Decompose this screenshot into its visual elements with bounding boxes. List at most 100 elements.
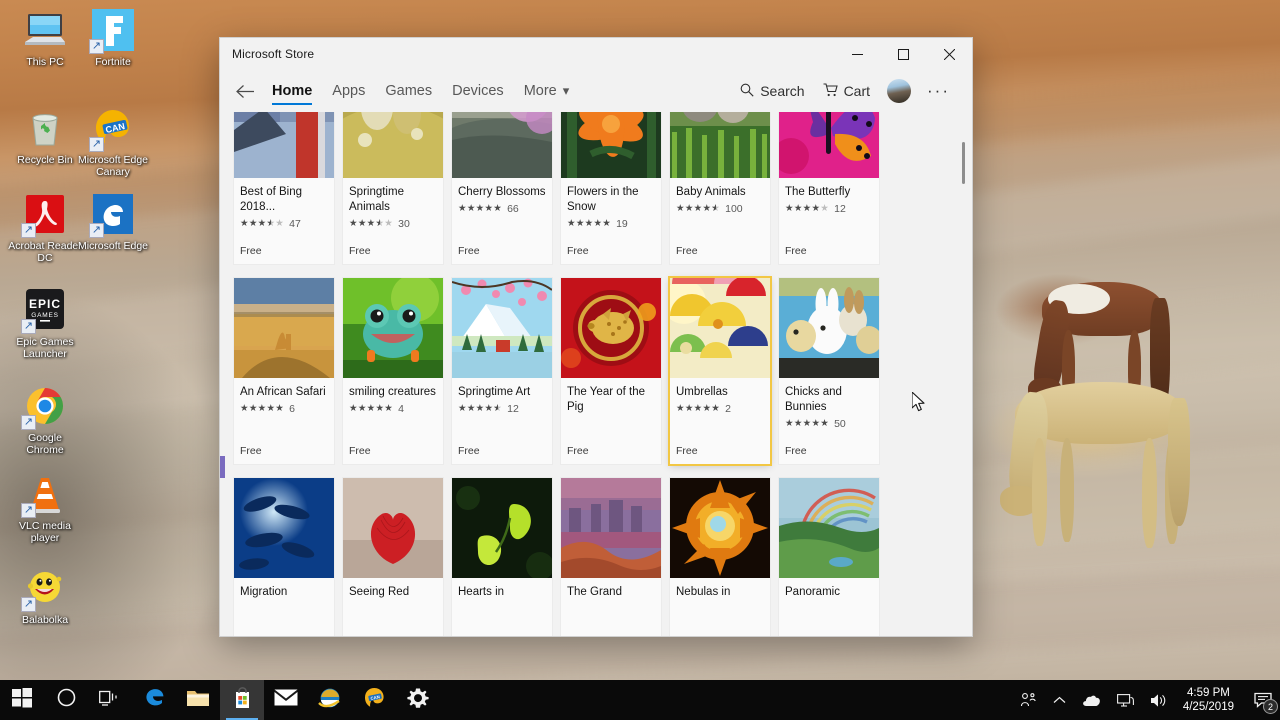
taskbar-mail[interactable] <box>264 680 308 720</box>
product-card[interactable]: Best of Bing 2018... ★★★★★★ 47 Free <box>234 112 334 264</box>
taskbar-clock[interactable]: 4:59 PM 4/25/2019 <box>1175 680 1246 720</box>
taskbar-file-explorer[interactable] <box>176 680 220 720</box>
product-card[interactable]: The Butterfly ★★★★★ 12 Free <box>779 112 879 264</box>
chevron-down-icon: ▾ <box>562 83 570 98</box>
cart-label: Cart <box>843 83 871 99</box>
scrollbar-thumb[interactable] <box>962 142 965 184</box>
desktop-icon-label: Acrobat Reader DC <box>8 240 82 264</box>
taskbar-task-view[interactable] <box>88 680 132 720</box>
product-card[interactable]: Cherry Blossoms ★★★★★ 66 Free <box>452 112 552 264</box>
desktop-icon-vlc-media-player[interactable]: ↗ VLC media player <box>8 470 82 544</box>
minimize-button[interactable] <box>834 38 880 70</box>
star-rating-icon: ★★★★★ <box>676 403 721 415</box>
nav-tab-home[interactable]: Home <box>262 70 322 112</box>
ie-icon <box>318 687 342 714</box>
store-content-area[interactable]: Best of Bing 2018... ★★★★★★ 47 Free Spri… <box>220 112 972 636</box>
search-button[interactable]: Search <box>731 74 813 108</box>
system-tray[interactable]: 4:59 PM 4/25/2019 2 <box>1012 680 1280 720</box>
product-title: Nebulas in <box>676 586 731 598</box>
product-card[interactable]: An African Safari ★★★★★ 6 Free <box>234 278 334 464</box>
product-meta: Baby Animals ★★★★★★ 100 Free <box>670 178 770 264</box>
notification-count-badge: 2 <box>1263 699 1278 714</box>
microsoft-store-window[interactable]: Microsoft Store Home Apps Games Devices More… <box>220 38 972 636</box>
taskbar-internet-explorer[interactable] <box>308 680 352 720</box>
vertical-scrollbar[interactable] <box>957 112 969 636</box>
taskbar-cortana-search[interactable] <box>44 680 88 720</box>
product-card[interactable]: Springtime Animals ★★★★★★ 30 Free <box>343 112 443 264</box>
product-rating: ★★★★★★ 100 <box>676 203 764 216</box>
search-label: Search <box>760 83 805 99</box>
product-meta: Springtime Art ★★★★★★ 12 Free <box>452 378 552 464</box>
nav-tab-more[interactable]: More ▾ <box>514 70 580 112</box>
nav-tab-devices[interactable]: Devices <box>442 70 514 112</box>
product-rating: ★★★★★★ 12 <box>458 403 546 416</box>
product-title: Chicks and Bunnies <box>785 386 842 413</box>
desktop-icon-label: Microsoft Edge <box>77 240 149 252</box>
cart-button[interactable]: Cart <box>814 74 879 108</box>
product-card[interactable]: The Grand <box>561 478 661 636</box>
desktop-icon-this-pc[interactable]: This PC <box>8 6 82 68</box>
taskbar-start-button[interactable] <box>0 680 44 720</box>
cloud-icon[interactable] <box>1074 680 1109 720</box>
product-price: Free <box>785 445 807 457</box>
taskbar-settings[interactable] <box>396 680 440 720</box>
desktop-icon-microsoft-edge[interactable]: ↗ Microsoft Edge <box>76 190 150 252</box>
desktop-icon-balabolka[interactable]: ↗ Balabolka <box>8 564 82 626</box>
speaker-icon[interactable] <box>1142 680 1175 720</box>
product-card[interactable]: Baby Animals ★★★★★★ 100 Free <box>670 112 770 264</box>
rating-count: 4 <box>398 403 404 415</box>
product-card[interactable]: Springtime Art ★★★★★★ 12 Free <box>452 278 552 464</box>
window-titlebar[interactable]: Microsoft Store <box>220 38 972 70</box>
desktop-icon-microsoft-edge-canary[interactable]: CAN ↗ Microsoft Edge Canary <box>76 104 150 178</box>
product-meta: Cherry Blossoms ★★★★★ 66 Free <box>452 178 552 264</box>
nav-tab-games[interactable]: Games <box>375 70 442 112</box>
more-options-button[interactable]: ··· <box>919 81 958 101</box>
product-title: Springtime Animals <box>349 186 404 213</box>
back-arrow-icon[interactable] <box>228 74 262 108</box>
window-title: Microsoft Store <box>232 47 315 61</box>
product-title: Migration <box>240 586 288 598</box>
product-card[interactable]: Flowers in the Snow ★★★★★ 19 Free <box>561 112 661 264</box>
taskbar-microsoft-edge[interactable] <box>132 680 176 720</box>
chevron-up-icon[interactable] <box>1045 680 1074 720</box>
product-card[interactable]: The Year of the Pig Free <box>561 278 661 464</box>
star-rating-icon: ★★★★★★ <box>676 203 721 215</box>
taskbar-microsoft-store[interactable] <box>220 680 264 720</box>
nav-tab-apps[interactable]: Apps <box>322 70 375 112</box>
product-meta: Hearts in <box>452 578 552 636</box>
product-card[interactable]: Seeing Red <box>343 478 443 636</box>
product-card[interactable]: Umbrellas ★★★★★ 2 Free <box>670 278 770 464</box>
taskbar[interactable]: CAN 4:59 PM 4/25/2019 2 <box>0 680 1280 720</box>
close-button[interactable] <box>926 38 972 70</box>
maximize-button[interactable] <box>880 38 926 70</box>
product-card[interactable]: Nebulas in <box>670 478 770 636</box>
desktop-icon-recycle-bin[interactable]: Recycle Bin <box>8 104 82 166</box>
product-card[interactable]: Migration <box>234 478 334 636</box>
desktop-icon-acrobat-reader-dc[interactable]: ↗ Acrobat Reader DC <box>8 190 82 264</box>
action-center-icon[interactable]: 2 <box>1246 680 1280 720</box>
product-title: Flowers in the Snow <box>567 186 639 213</box>
product-thumbnail-panoramic-rainbow <box>779 478 879 578</box>
product-card[interactable]: Panoramic <box>779 478 879 636</box>
taskbar-edge-canary[interactable]: CAN <box>352 680 396 720</box>
desktop-icon-fortnite[interactable]: ↗ Fortnite <box>76 6 150 68</box>
product-meta: Chicks and Bunnies ★★★★★ 50 Free <box>779 378 879 464</box>
card-row: An African Safari ★★★★★ 6 Free smiling c… <box>234 278 958 464</box>
product-card[interactable]: Hearts in <box>452 478 552 636</box>
people-icon[interactable] <box>1012 680 1045 720</box>
product-card[interactable]: Chicks and Bunnies ★★★★★ 50 Free <box>779 278 879 464</box>
product-title: Springtime Art <box>458 386 531 398</box>
product-price: Free <box>240 445 262 457</box>
product-rating: ★★★★★ 6 <box>240 403 328 416</box>
desktop-icon-epic-games-launcher[interactable]: EPIC GAMES ↗ Epic Games Launcher <box>8 286 82 360</box>
product-card[interactable]: smiling creatures ★★★★★ 4 Free <box>343 278 443 464</box>
desktop-icon-google-chrome[interactable]: ↗ Google Chrome <box>8 382 82 456</box>
network-monitor-icon[interactable] <box>1109 680 1142 720</box>
product-thumbnail-baby-animals <box>670 112 770 178</box>
product-meta: Panoramic <box>779 578 879 636</box>
store-navigation-bar[interactable]: Home Apps Games Devices More ▾ Search Cart ··… <box>220 70 972 112</box>
card-row: Migration Seeing Red Hearts in The Grand… <box>234 478 958 636</box>
nav-tab-list: Home Apps Games Devices More ▾ <box>262 70 579 112</box>
star-rating-icon: ★★★★★★ <box>458 403 503 415</box>
avatar[interactable] <box>887 79 912 103</box>
